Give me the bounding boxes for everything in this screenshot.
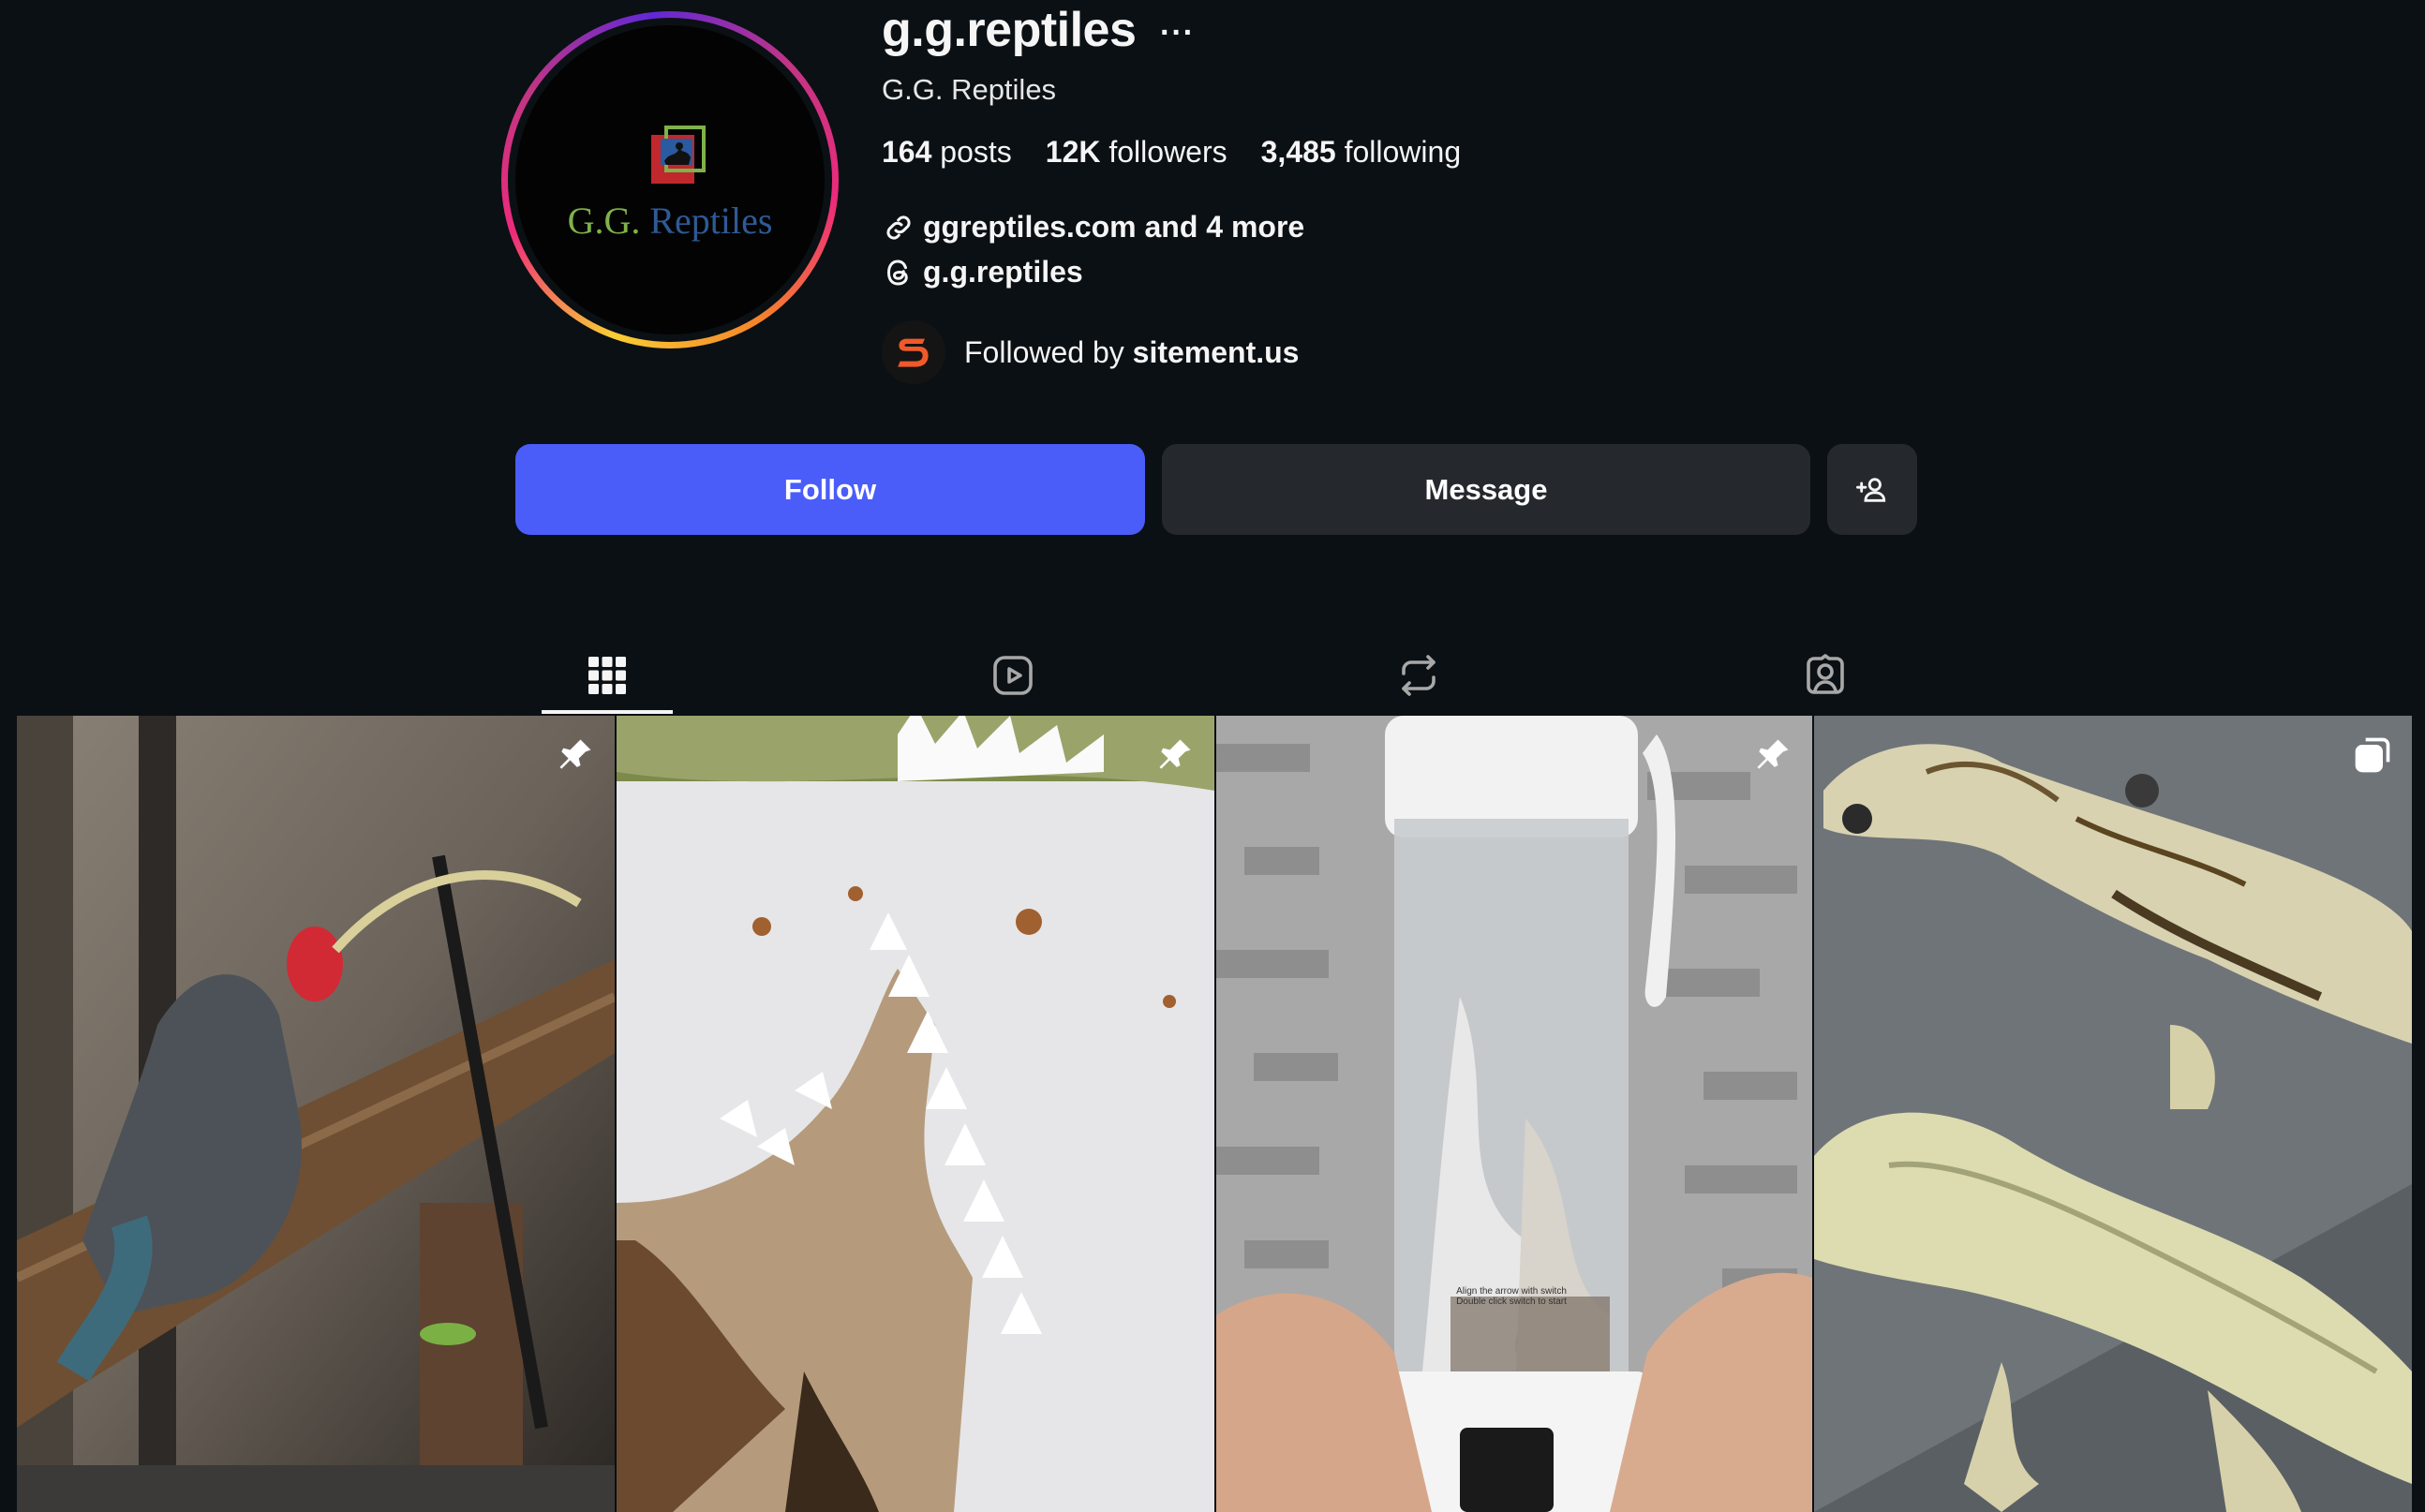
stat-posts: 164 posts <box>882 135 1012 170</box>
follow-button[interactable]: Follow <box>515 444 1145 535</box>
profile-stats: 164 posts 12K followers 3,485 following <box>882 135 1461 170</box>
following-label: following <box>1344 135 1462 169</box>
threads-handle-text[interactable]: g.g.reptiles <box>923 255 1083 289</box>
followers-count: 12K <box>1045 135 1101 169</box>
more-options-icon[interactable]: ··· <box>1160 15 1195 52</box>
avatar-border: G.G. Reptiles <box>508 18 832 342</box>
tab-posts[interactable] <box>542 637 673 714</box>
post-tile-1[interactable] <box>17 716 615 1512</box>
blender-caption-line-1: Align the arrow with switch <box>1456 1286 1567 1297</box>
threads-icon <box>886 259 908 286</box>
post-image-blender: Align the arrow with switch Double click… <box>1216 716 1812 1512</box>
following-count: 3,485 <box>1260 135 1336 169</box>
tab-tagged[interactable] <box>1760 637 1891 714</box>
post-tile-3[interactable]: Align the arrow with switch Double click… <box>1216 716 1812 1512</box>
add-person-icon <box>1856 477 1886 502</box>
followers-label: followers <box>1108 135 1227 169</box>
website-text[interactable]: ggreptiles.com and 4 more <box>923 210 1304 245</box>
logo-text-reptiles: Reptiles <box>649 200 773 242</box>
carousel-icon <box>2355 737 2390 773</box>
brand-logo-icon <box>651 126 706 184</box>
post-image-geckos <box>1814 716 2412 1512</box>
followed-by-text: Followed by sitement.us <box>964 335 1299 370</box>
stat-followers[interactable]: 12K followers <box>1046 135 1227 170</box>
link-icon <box>886 215 911 240</box>
profile-username: g.g.reptiles <box>882 3 1137 57</box>
tab-reels[interactable] <box>947 637 1079 714</box>
suggest-accounts-button[interactable] <box>1827 444 1917 535</box>
profile-avatar[interactable]: G.G. Reptiles <box>501 11 839 348</box>
tab-reposts[interactable] <box>1353 637 1484 714</box>
profile-page: G.G. Reptiles g.g.reptiles ··· G.G. Rept… <box>0 0 2425 1512</box>
stat-following[interactable]: 3,485 following <box>1261 135 1461 170</box>
grid-icon <box>588 657 626 694</box>
followed-by[interactable]: Followed by sitement.us <box>882 320 1299 384</box>
avatar-image: G.G. Reptiles <box>515 25 825 334</box>
sitement-logo-icon <box>898 338 929 367</box>
post-tile-2[interactable] <box>617 716 1214 1512</box>
profile-full-name: G.G. Reptiles <box>882 73 1057 106</box>
reposts-icon <box>1402 655 1436 696</box>
logo-text-gg: G.G. <box>567 200 641 242</box>
pin-icon <box>1757 739 1789 769</box>
posts-label: posts <box>940 135 1012 169</box>
post-image-lizard <box>17 716 615 1512</box>
blender-caption-line-2: Double click switch to start <box>1456 1297 1567 1307</box>
post-image-reptile-skin <box>617 716 1214 1512</box>
mutual-follower-avatar <box>882 320 945 384</box>
pin-icon <box>1159 739 1191 769</box>
avatar-logo-text: G.G. Reptiles <box>515 199 825 243</box>
website-link[interactable]: ggreptiles.com and 4 more <box>882 210 1304 245</box>
active-tab-indicator <box>542 710 673 714</box>
tagged-icon <box>1807 654 1844 694</box>
pin-icon <box>559 739 591 769</box>
reels-icon <box>993 656 1033 695</box>
post-tile-4[interactable] <box>1814 716 2412 1512</box>
followed-by-user[interactable]: sitement.us <box>1133 335 1300 369</box>
posts-count: 164 <box>882 135 932 169</box>
message-button[interactable]: Message <box>1162 444 1810 535</box>
followed-by-prefix: Followed by <box>964 334 1124 369</box>
threads-link[interactable]: g.g.reptiles <box>882 255 1083 289</box>
